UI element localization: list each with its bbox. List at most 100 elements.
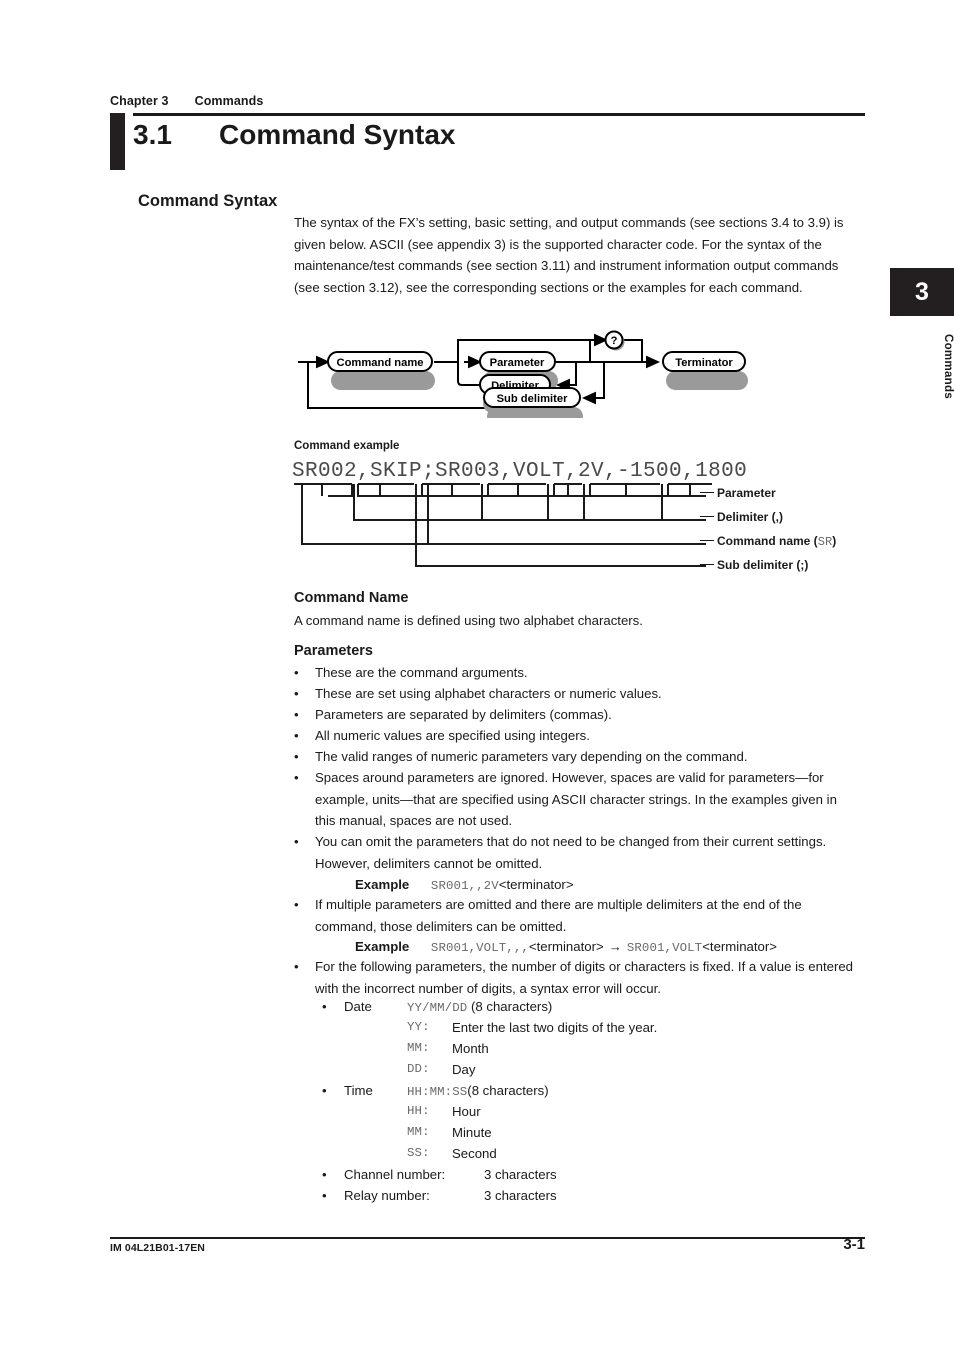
list-item-text: Parameters are separated by delimiters (…: [315, 707, 612, 722]
footer-document-id: IM 04L21B01-17EN: [110, 1242, 205, 1254]
document-page: Chapter 3 Commands 3.1 Command Syntax 3 Co…: [0, 0, 954, 1350]
definition-value: Month: [452, 1041, 489, 1056]
sub-list-item-value: 3 characters: [484, 1188, 557, 1203]
diagram-node-label: Command name: [336, 357, 423, 369]
section-number: 3.1: [133, 119, 172, 150]
side-tab-label: Commands: [942, 334, 954, 400]
definition-key: SS:: [407, 1146, 430, 1160]
diagram-node-command-name: Command name: [327, 351, 435, 390]
diagram-node-label: Terminator: [675, 357, 733, 369]
list-item: • For the following parameters, the numb…: [294, 956, 860, 999]
list-item-text: You can omit the parameters that do not …: [315, 834, 827, 871]
definition-value: Minute: [452, 1125, 492, 1140]
diagram-node-label: Sub delimiter: [497, 393, 569, 405]
example-arrow: →: [608, 939, 622, 954]
intro-paragraph: The syntax of the FX’s setting, basic se…: [294, 215, 844, 295]
bullet-glyph: •: [322, 1167, 327, 1182]
chapter-title: Commands: [194, 94, 264, 108]
definition-key: HH:: [407, 1104, 430, 1118]
bullet-glyph: •: [322, 999, 327, 1014]
example-terminator: <terminator>: [498, 877, 574, 892]
section-accent-bar: [110, 113, 125, 170]
sub-list-item-label: Relay number:: [344, 1188, 430, 1203]
example-label: Example: [355, 877, 410, 892]
list-item-text: The valid ranges of numeric parameters v…: [315, 749, 748, 764]
list-item: • You can omit the parameters that do no…: [294, 831, 860, 874]
definition-value: Enter the last two digits of the year.: [452, 1020, 658, 1035]
callout-delimiter: Delimiter (,): [700, 510, 783, 524]
callout-command-name: Command name (SR): [700, 534, 836, 549]
command-example-code: SR002,SKIP;SR003,VOLT,2V,-1500,1800: [292, 460, 748, 483]
example-terminator-after: <terminator>: [702, 939, 777, 954]
list-item-text: Spaces around parameters are ignored. Ho…: [315, 770, 837, 828]
command-example-leader-lines: [292, 482, 712, 574]
sub-list-item-label: Date: [344, 999, 372, 1014]
side-tab-number: 3: [915, 277, 929, 306]
diagram-node-terminator: Terminator: [662, 351, 748, 390]
time-format-code: HH:MM:SS: [407, 1085, 468, 1099]
example-terminator-before: <terminator>: [528, 939, 604, 954]
definition-key: DD:: [407, 1062, 430, 1076]
list-item: • Parameters are separated by delimiters…: [294, 704, 866, 726]
definition-key: YY:: [407, 1020, 430, 1034]
callout-parameter: Parameter: [700, 486, 776, 500]
date-format-code: YY/MM/DD: [407, 1001, 468, 1015]
list-item-text: These are the command arguments.: [315, 665, 528, 680]
sub-list-item-label: Time: [344, 1083, 373, 1098]
syntax-railroad-diagram: Command name Parameter Delimiter Sub del…: [294, 326, 774, 418]
callout-sub-delimiter: Sub delimiter (;): [700, 558, 808, 572]
command-example-label: Command example: [294, 440, 400, 452]
example-code-before: SR001,VOLT,,,: [430, 941, 529, 955]
header-divider: [133, 113, 865, 116]
list-item: • Spaces around parameters are ignored. …: [294, 767, 860, 832]
page-title: 3.1 Command Syntax: [133, 119, 456, 151]
chapter-number: Chapter 3: [110, 94, 169, 108]
sub-list-item-label: Channel number:: [344, 1167, 446, 1182]
bullet-glyph: •: [294, 897, 299, 912]
date-format-note: (8 characters): [467, 999, 553, 1014]
time-format-note: (8 characters): [467, 1083, 549, 1098]
bullet-glyph: •: [322, 1188, 327, 1203]
command-name-heading: Command Name: [294, 590, 409, 606]
subsection-heading: Command Syntax: [138, 192, 278, 210]
list-item: • These are set using alphabet character…: [294, 683, 866, 705]
bullet-glyph: •: [294, 749, 299, 764]
list-item: • All numeric values are specified using…: [294, 725, 866, 747]
sub-list-item-value: 3 characters: [484, 1167, 557, 1182]
parameters-heading: Parameters: [294, 643, 373, 659]
bullet-glyph: •: [294, 686, 299, 701]
list-item-text: These are set using alphabet characters …: [315, 686, 662, 701]
side-tab-marker: 3: [890, 268, 954, 316]
bullet-glyph: •: [294, 959, 299, 974]
list-item-text: If multiple parameters are omitted and t…: [315, 897, 802, 934]
diagram-node-label: Parameter: [490, 357, 545, 369]
bullet-glyph: •: [294, 728, 299, 743]
chapter-breadcrumb: Chapter 3 Commands: [110, 94, 263, 108]
bullet-glyph: •: [322, 1083, 327, 1098]
bullet-glyph: •: [294, 707, 299, 722]
list-item: • The valid ranges of numeric parameters…: [294, 746, 866, 768]
bullet-glyph: •: [294, 770, 299, 785]
diagram-query-symbol: ?: [611, 335, 618, 347]
bullet-glyph: •: [294, 665, 299, 680]
list-item-text: All numeric values are specified using i…: [315, 728, 590, 743]
list-item: • If multiple parameters are omitted and…: [294, 894, 860, 937]
example-code: SR001,,2V: [430, 879, 499, 893]
definition-key: MM:: [407, 1041, 430, 1055]
definition-value: Hour: [452, 1104, 481, 1119]
diagram-node-sub-delimiter: Sub delimiter: [483, 387, 583, 418]
section-title-text: Command Syntax: [219, 119, 456, 150]
definition-key: MM:: [407, 1125, 430, 1139]
command-name-text: A command name is defined using two alph…: [294, 613, 643, 628]
list-item: • These are the command arguments.: [294, 662, 866, 684]
footer-divider: [110, 1237, 865, 1239]
diagram-node-query: ?: [604, 330, 625, 351]
footer-page-number: 3-1: [843, 1236, 865, 1253]
list-item-text: For the following parameters, the number…: [315, 959, 854, 996]
bullet-glyph: •: [294, 834, 299, 849]
definition-value: Second: [452, 1146, 497, 1161]
definition-value: Day: [452, 1062, 476, 1077]
callout-command-name-code: SR: [817, 535, 833, 549]
example-label: Example: [355, 939, 410, 954]
example-code-after: SR001,VOLT: [626, 941, 703, 955]
